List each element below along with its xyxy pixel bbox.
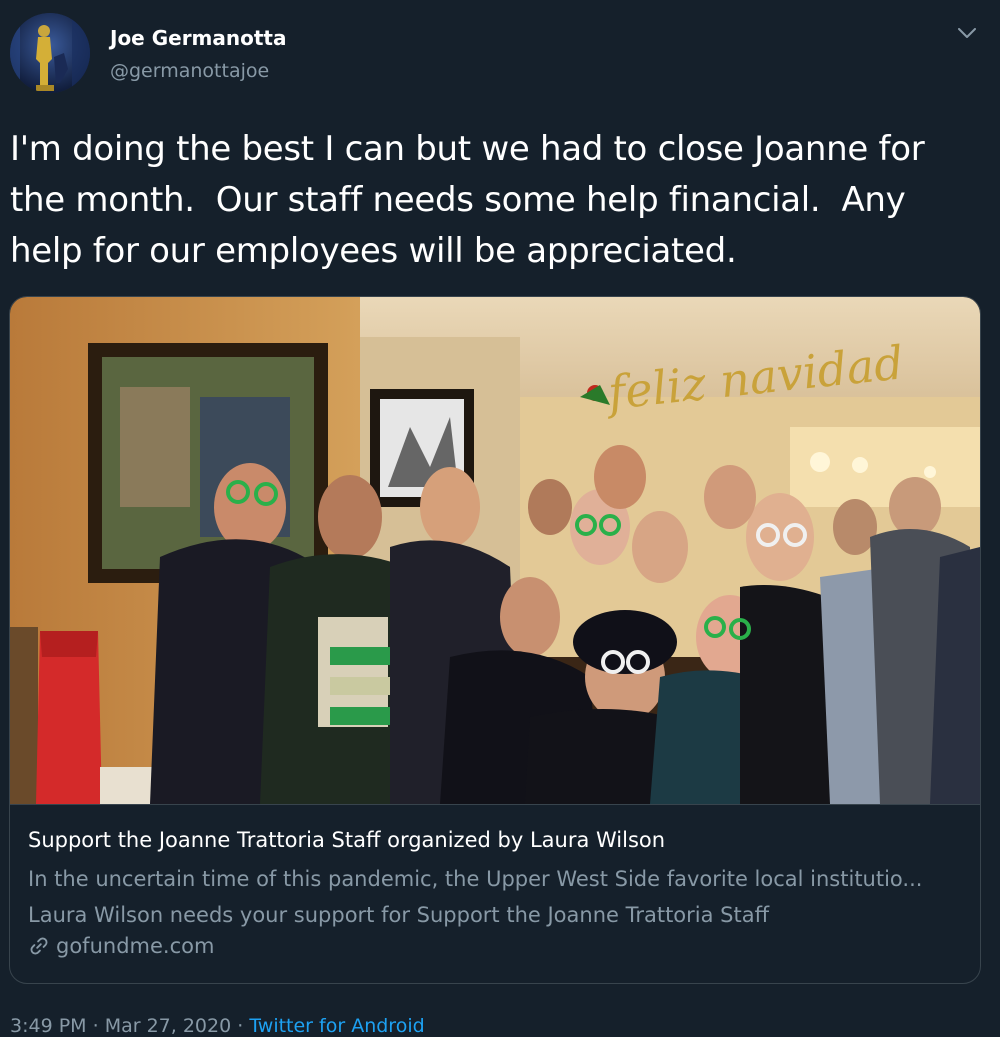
meta-separator: · xyxy=(86,1015,105,1037)
chevron-down-icon xyxy=(958,27,976,38)
tweet-menu-button[interactable] xyxy=(954,22,980,44)
tweet-date[interactable]: Mar 27, 2020 xyxy=(105,1015,232,1037)
tweet-text: I'm doing the best I can but we had to c… xyxy=(10,129,925,271)
author-handle[interactable]: @germanottajoe xyxy=(110,60,269,82)
avatar[interactable] xyxy=(10,13,90,93)
meta-separator-2: · xyxy=(231,1015,250,1037)
card-info[interactable]: Support the Joanne Trattoria Staff organ… xyxy=(10,804,980,983)
card-photo[interactable]: feliz navidad xyxy=(10,297,980,804)
tweet-source-link[interactable]: Twitter for Android xyxy=(249,1015,424,1037)
oscar-statue-avatar-icon xyxy=(10,13,90,93)
tweet-time[interactable]: 3:49 PM xyxy=(10,1015,87,1037)
card-title[interactable]: Support the Joanne Trattoria Staff organ… xyxy=(28,828,665,852)
author-display-name[interactable]: Joe Germanotta xyxy=(110,26,286,50)
tweet: Joe Germanotta @germanottajoe I'm doing … xyxy=(0,0,1000,1037)
card-description: In the uncertain time of this pandemic, … xyxy=(28,867,923,927)
link-icon xyxy=(30,937,48,955)
link-card[interactable]: feliz navidad Support the Joanne Trattor… xyxy=(9,296,981,984)
tweet-meta: 3:49 PM · Mar 27, 2020 · Twitter for And… xyxy=(10,1015,425,1037)
card-domain[interactable]: gofundme.com xyxy=(28,934,214,958)
card-domain-text: gofundme.com xyxy=(56,934,215,958)
